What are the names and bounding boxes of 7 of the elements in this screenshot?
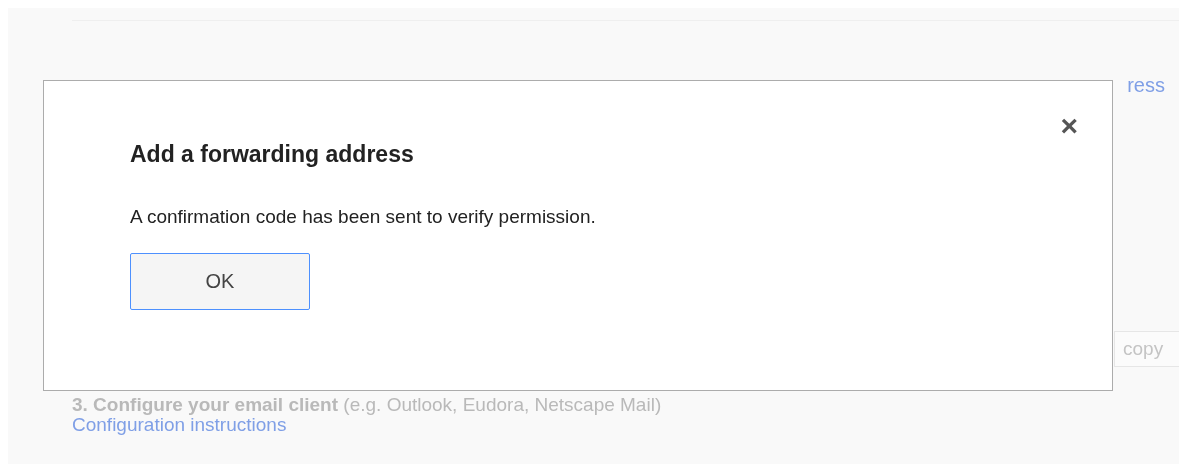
link-fragment[interactable]: ress [1127, 74, 1165, 96]
configuration-link[interactable]: Configuration instructions [72, 414, 287, 435]
dialog-message: A confirmation code has been sent to verify permission. [130, 206, 597, 228]
dialog-title: Add a forwarding address [130, 141, 415, 168]
step-text: 3. Configure your email client (e.g. Outlook, Eudora, Netscape Mail) [72, 394, 663, 416]
close-icon[interactable]: × [1060, 111, 1078, 141]
ok-button[interactable]: OK [130, 253, 310, 310]
